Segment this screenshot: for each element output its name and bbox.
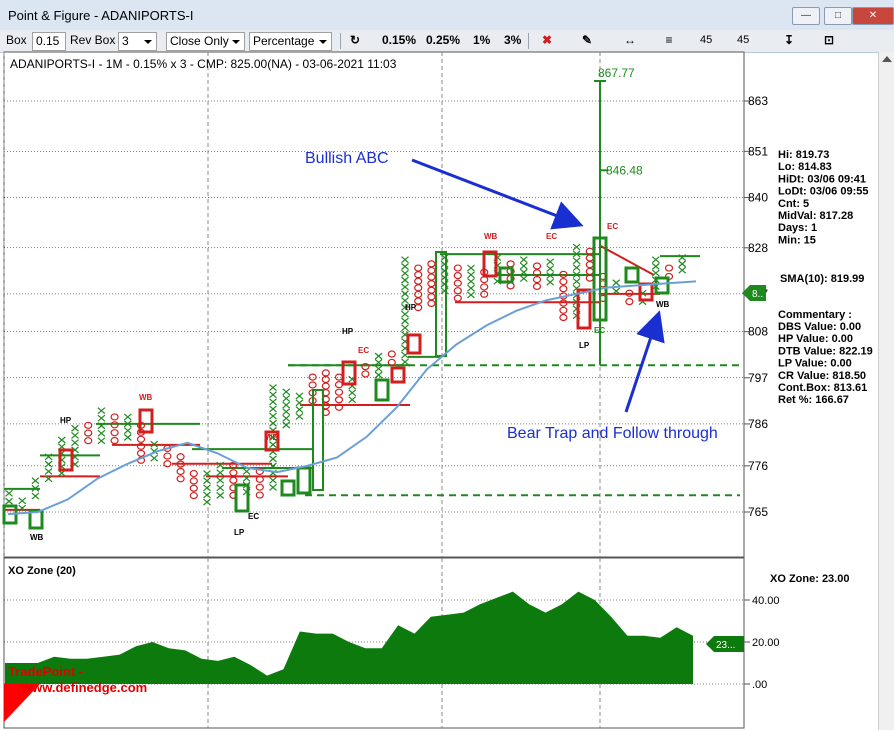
pattern-marker: LP xyxy=(579,341,590,350)
pattern-marker: EC xyxy=(248,512,259,521)
pattern-marker: WB xyxy=(139,393,153,402)
scroll-up-icon[interactable] xyxy=(882,56,892,62)
annotation-bear-trap: Bear Trap and Follow through xyxy=(507,425,718,442)
y-axis: 863851840828817808797786776765 xyxy=(743,52,768,557)
commentary-line: DTB Value: 822.19 xyxy=(778,345,873,357)
website-label: www.definedge.com xyxy=(21,680,147,695)
pattern-marker: HP xyxy=(60,416,72,425)
zone-y-tick-label: 20.00 xyxy=(752,637,780,649)
stat-line: Days: 1 xyxy=(778,222,817,234)
y-tick-label: 808 xyxy=(748,325,768,339)
stat-line: Min: 15 xyxy=(778,234,816,246)
commentary-title: Commentary : xyxy=(778,309,852,321)
commentary-line: Cont.Box: 813.61 xyxy=(778,382,867,394)
spike-high-label: 867.77 xyxy=(598,66,635,80)
commentary-line: HP Value: 0.00 xyxy=(778,333,853,345)
vertical-scrollbar[interactable] xyxy=(878,52,894,730)
y-tick-label: 786 xyxy=(748,417,768,431)
pattern-marker: WB xyxy=(265,433,279,442)
pattern-marker: WB xyxy=(30,533,44,542)
xo-zone-value: XO Zone: 23.00 xyxy=(770,573,849,585)
pattern-marker: HP xyxy=(342,327,354,336)
stat-line: Cnt: 5 xyxy=(778,198,809,210)
xo-zone-tag: 23... xyxy=(706,636,744,652)
spike-mid-label: 846.48 xyxy=(606,163,643,177)
main-plot-frame xyxy=(3,51,745,558)
pattern-marker: EC xyxy=(594,326,605,335)
annotation-bullish-abc: Bullish ABC xyxy=(305,150,389,167)
pattern-marker: HP xyxy=(405,303,417,312)
y-tick-label: 828 xyxy=(748,241,768,255)
xo-zone-title: XO Zone (20) xyxy=(8,565,76,577)
y-tick-label: 776 xyxy=(748,459,768,473)
price-tag: 8.. xyxy=(742,285,766,301)
zone-y-tick-label: 40.00 xyxy=(752,595,780,607)
y-tick-label: 840 xyxy=(748,190,768,204)
pattern-marker: WB xyxy=(656,300,670,309)
commentary-line: Ret %: 166.67 xyxy=(778,394,849,406)
commentary-line: CR Value: 818.50 xyxy=(778,370,866,382)
stat-line: HiDt: 03/06 09:41 xyxy=(778,173,866,185)
stat-line: Lo: 814.83 xyxy=(778,161,832,173)
pattern-marker: EC xyxy=(358,346,369,355)
zone-y-tick-label: .00 xyxy=(752,679,767,691)
stat-line: Hi: 819.73 xyxy=(778,149,829,161)
price-tag-text: 8.. xyxy=(752,289,763,300)
stat-line: MidVal: 817.28 xyxy=(778,210,853,222)
xo-zone-tag-text: 23... xyxy=(716,640,735,651)
pattern-marker: LP xyxy=(234,528,245,537)
y-tick-label: 863 xyxy=(748,94,768,108)
stat-line: LoDt: 03/06 09:55 xyxy=(778,186,868,198)
y-tick-label: 797 xyxy=(748,371,768,385)
pattern-marker: EC xyxy=(546,232,557,241)
y-tick-label: 765 xyxy=(748,505,768,519)
chart-header: ADANIPORTS-I - 1M - 0.15% x 3 - CMP: 825… xyxy=(10,57,397,71)
pattern-marker: EC xyxy=(607,222,618,231)
pattern-marker: WB xyxy=(484,232,498,241)
sma-label: SMA(10): 819.99 xyxy=(780,273,864,285)
commentary-line: DBS Value: 0.00 xyxy=(778,321,861,333)
y-tick-label: 851 xyxy=(748,144,768,158)
commentary-line: LP Value: 0.00 xyxy=(778,358,852,370)
brand-label: TradePoint - xyxy=(8,664,83,679)
pnf-chart[interactable]: 867.77846.48 WBHPWBWBLPECHPECHPWB ECLPECE… xyxy=(0,0,878,730)
